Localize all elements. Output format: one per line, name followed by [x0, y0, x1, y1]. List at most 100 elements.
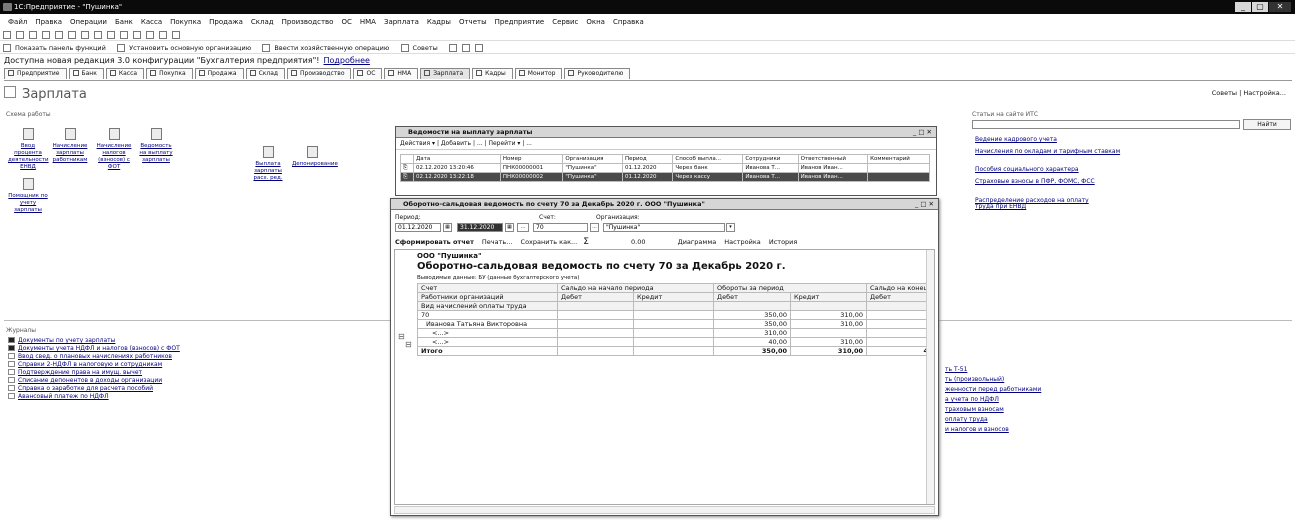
period-select-button[interactable]: ...	[517, 223, 529, 232]
column-header[interactable]: Номер	[499, 154, 564, 164]
group-toggle-icon[interactable]: ⊟	[405, 340, 412, 349]
section-tab[interactable]: Продажа	[194, 68, 244, 79]
journal-link[interactable]: Документы учета НДФЛ и налогов (взносов)…	[8, 345, 180, 353]
column-header[interactable]: Ответственный	[797, 154, 869, 164]
print-button[interactable]: Печать...	[482, 238, 513, 246]
journal-link[interactable]: Документы по учету зарплаты	[8, 337, 180, 345]
find-icon[interactable]	[133, 31, 141, 39]
column-header[interactable]: Способ выпла...	[672, 154, 744, 164]
undo-icon[interactable]	[107, 31, 115, 39]
maximize-button[interactable]: ▢	[1252, 2, 1268, 12]
close-button[interactable]: ✕	[1269, 2, 1291, 12]
section-tab[interactable]: Банк	[68, 68, 104, 79]
osv-window-controls[interactable]: _ □ ✕	[915, 199, 934, 210]
journal-link[interactable]: Подтверждение права на имущ. вычет	[8, 369, 180, 377]
section-tab[interactable]: Производство	[287, 68, 352, 79]
paste-icon[interactable]	[68, 31, 76, 39]
print-icon[interactable]	[81, 31, 89, 39]
payroll-window-controls[interactable]: _ □ ✕	[913, 127, 932, 138]
its-link[interactable]: Страховые взносы в ПФР, ФОМС, ФСС	[975, 179, 1095, 194]
table-row[interactable]: <...> 40,00 310,00	[417, 337, 934, 347]
menu-item[interactable]: Касса	[141, 16, 162, 28]
table-row[interactable]: <...> 310,00	[417, 328, 934, 338]
section-tab[interactable]: Предприятие	[4, 68, 67, 79]
chevron-down-icon[interactable]: ▾	[726, 223, 735, 232]
section-tab[interactable]: Зарплата	[420, 68, 471, 79]
payroll-toolbar[interactable]: Действия ▾ | Добавить | ... | Перейти ▾ …	[396, 138, 936, 150]
section-tab[interactable]: Руководителю	[564, 68, 631, 79]
open-icon[interactable]	[16, 31, 24, 39]
section-tab[interactable]: Касса	[105, 68, 145, 79]
table-row[interactable]: 70 350,00 310,00	[417, 310, 934, 320]
menu-item[interactable]: Банк	[115, 16, 133, 28]
calculator-icon[interactable]	[146, 31, 154, 39]
column-header[interactable]: Дата	[412, 154, 501, 164]
table-row[interactable]: ⎘ 02.12.2020 13:22:18 ПНК00000002 "Пушинка"…	[400, 172, 930, 182]
minimize-button[interactable]: _	[1235, 2, 1251, 12]
menu-item[interactable]: НМА	[360, 16, 376, 28]
journal-link[interactable]: Справки 2-НДФЛ в налоговую и сотрудникам	[8, 361, 180, 369]
show-panel-button[interactable]: Показать панель функций	[15, 42, 106, 54]
report-area[interactable]: ООО "Пушинка" Оборотно-сальдовая ведомос…	[394, 249, 935, 505]
help-icon[interactable]	[172, 31, 180, 39]
diagram-button[interactable]: Диаграмма	[678, 238, 717, 246]
table-row[interactable]: Иванова Татьяна Викторовна 350,00 310,00	[417, 319, 934, 329]
menu-item[interactable]: Кадры	[427, 16, 451, 28]
sum-icon[interactable]: Σ	[583, 237, 589, 247]
report-link[interactable]: траховым взносам	[945, 405, 1041, 415]
report-link[interactable]: женности перед работниками	[945, 385, 1041, 395]
save-as-button[interactable]: Сохранить как...	[521, 238, 578, 246]
menu-item[interactable]: Зарплата	[384, 16, 419, 28]
report-link[interactable]: и налогов и взносов	[945, 425, 1041, 435]
journal-link[interactable]: Справка о заработке для расчета пособий	[8, 385, 180, 393]
column-header[interactable]: Период	[621, 154, 674, 164]
its-link[interactable]: Начисления по окладам и тарифным ставкам	[975, 149, 1135, 164]
column-header[interactable]: Сотрудники	[742, 154, 799, 164]
calendar-icon[interactable]: ▦	[443, 223, 452, 232]
section-tab[interactable]: НМА	[384, 68, 419, 79]
generate-report-button[interactable]: Сформировать отчет	[395, 238, 474, 246]
quick-action[interactable]: Помощник по учету зарплаты	[8, 178, 48, 214]
report-link[interactable]: ть (произвольный)	[945, 375, 1041, 385]
journal-link[interactable]: Ввод свед. о плановых начислениях работн…	[8, 353, 180, 361]
preview-icon[interactable]	[94, 31, 102, 39]
horizontal-scrollbar[interactable]	[394, 506, 935, 514]
its-link[interactable]: Распределение расходов на оплату труда п…	[975, 198, 1095, 213]
copy-icon[interactable]	[55, 31, 63, 39]
tips-settings-link[interactable]: Советы | Настройка...	[1212, 89, 1286, 97]
settings-button[interactable]: Настройка	[724, 238, 760, 246]
section-tab[interactable]: Склад	[245, 68, 286, 79]
its-find-button[interactable]: Найти	[1243, 119, 1291, 130]
journal-link[interactable]: Авансовый платеж по НДФЛ	[8, 393, 180, 401]
journal-icon[interactable]	[449, 44, 458, 52]
report-icon[interactable]	[462, 44, 471, 52]
vertical-scrollbar[interactable]	[926, 250, 934, 504]
period-to-input[interactable]	[457, 223, 503, 232]
table-row[interactable]: Итого 350,00310,0040,00	[417, 346, 934, 356]
report-link[interactable]: ть Т-51	[945, 365, 1041, 375]
menu-item[interactable]: Справка	[613, 16, 644, 28]
menu-item[interactable]: Продажа	[209, 16, 243, 28]
menu-item[interactable]: Покупка	[170, 16, 201, 28]
column-header[interactable]: Комментарий	[867, 154, 930, 164]
quick-action[interactable]: Депонирование	[292, 146, 338, 168]
quick-action[interactable]: Начисление зарплаты работникам	[50, 128, 90, 164]
new-icon[interactable]	[3, 31, 11, 39]
menu-item[interactable]: Предприятие	[495, 16, 545, 28]
its-search-input[interactable]	[972, 120, 1240, 129]
menu-item[interactable]: Сервис	[552, 16, 578, 28]
calendar-icon[interactable]: ▦	[505, 223, 514, 232]
tips-button[interactable]: Советы	[413, 42, 438, 54]
section-tab[interactable]: ОС	[353, 68, 383, 79]
quick-action[interactable]: Ведомость на выплату зарплаты	[136, 128, 176, 164]
report-link[interactable]: оплату труда	[945, 415, 1041, 425]
journal-link[interactable]: Списание депонентов в доходы организации	[8, 377, 180, 385]
period-from-input[interactable]	[395, 223, 441, 232]
section-tab[interactable]: Кадры	[472, 68, 513, 79]
menu-item[interactable]: ОС	[341, 16, 351, 28]
quick-action[interactable]: Выплата зарплаты расх. ред.	[248, 146, 288, 182]
section-tab[interactable]: Покупка	[146, 68, 193, 79]
table-row[interactable]: ⎘ 02.12.2020 13:20:46 ПНК00000001 "Пушинка"…	[400, 163, 930, 173]
catalog-icon[interactable]	[475, 44, 484, 52]
notice-link[interactable]: Подробнее	[323, 56, 369, 65]
